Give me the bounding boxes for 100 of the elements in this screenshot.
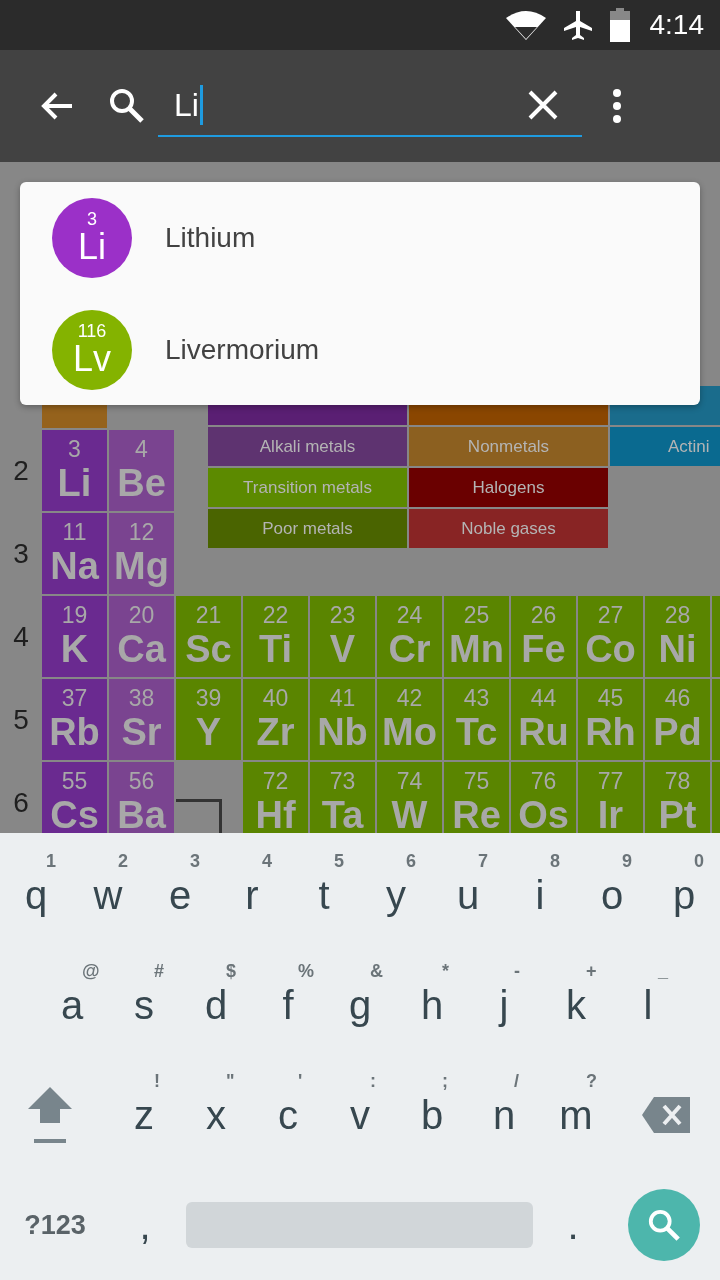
element-symbol: Y xyxy=(195,711,222,753)
element-symbol: V xyxy=(329,628,356,670)
keyboard-key[interactable]: c ' xyxy=(252,1065,324,1165)
keyboard-key[interactable]: m ? xyxy=(540,1065,612,1165)
element-symbol: Rb xyxy=(49,711,100,753)
element-symbol: Tc xyxy=(455,711,498,753)
element-symbol: Zr xyxy=(256,711,295,753)
keyboard-key[interactable]: h * xyxy=(396,955,468,1055)
keyboard-key[interactable]: x " xyxy=(180,1065,252,1165)
element-cell[interactable]: 4 Be xyxy=(109,430,174,511)
element-cell[interactable]: 3 Li xyxy=(42,430,107,511)
element-symbol: Pd xyxy=(653,711,702,753)
element-symbol: Sc xyxy=(185,628,232,670)
more-options-icon[interactable] xyxy=(612,89,622,123)
element-cell[interactable]: 12 Mg xyxy=(109,513,174,594)
keyboard-key[interactable]: n / xyxy=(468,1065,540,1165)
key-hint: ' xyxy=(298,1071,303,1092)
keyboard-key[interactable]: b ; xyxy=(396,1065,468,1165)
element-symbol: Be xyxy=(117,462,166,504)
element-symbol: Ru xyxy=(518,711,569,753)
legend-item[interactable]: Transition metals xyxy=(208,468,407,507)
back-arrow-icon[interactable] xyxy=(40,91,74,121)
atomic-number: 39 xyxy=(195,685,222,711)
element-symbol: W xyxy=(391,794,428,833)
atomic-number: 23 xyxy=(329,602,356,628)
element-symbol: Pt xyxy=(658,794,697,833)
search-field[interactable]: Li xyxy=(158,75,582,137)
atomic-number: 76 xyxy=(530,768,557,794)
keyboard-key[interactable]: g & xyxy=(324,955,396,1055)
key-hint: + xyxy=(586,961,597,982)
element-symbol: Rh xyxy=(585,711,636,753)
element-cell[interactable]: 11 Na xyxy=(42,513,107,594)
element-cell[interactable]: 37 Rb xyxy=(42,679,107,760)
keyboard-key[interactable]: k + xyxy=(540,955,612,1055)
key-hint: # xyxy=(154,961,164,982)
element-cell[interactable]: 19 K xyxy=(42,596,107,677)
symbols-key[interactable]: ?123 xyxy=(0,1175,110,1275)
element-symbol: Mo xyxy=(382,711,437,753)
atomic-number: 55 xyxy=(61,768,88,794)
element-symbol: K xyxy=(60,628,89,670)
element-cell[interactable]: 56 Ba xyxy=(109,762,174,833)
keyboard-key[interactable]: f % xyxy=(252,955,324,1055)
keyboard-key[interactable]: r 4 xyxy=(216,845,288,945)
atomic-number: 37 xyxy=(61,685,88,711)
keyboard-key[interactable]: o 9 xyxy=(576,845,648,945)
keyboard-key[interactable]: z ! xyxy=(108,1065,180,1165)
suggestion-item[interactable]: 3 Li Lithium xyxy=(20,182,700,294)
key-hint: - xyxy=(514,961,520,982)
element-symbol: Nb xyxy=(317,711,368,753)
key-hint: 0 xyxy=(694,851,704,872)
atomic-number: 74 xyxy=(396,768,423,794)
element-symbol: Ni xyxy=(658,628,697,670)
element-symbol: Cr xyxy=(388,628,431,670)
atomic-number: 26 xyxy=(530,602,557,628)
legend-item[interactable]: Poor metals xyxy=(208,509,407,548)
keyboard-key[interactable]: d $ xyxy=(180,955,252,1055)
keyboard-key[interactable]: e 3 xyxy=(144,845,216,945)
element-cell[interactable]: 55 Cs xyxy=(42,762,107,833)
atomic-number: 72 xyxy=(262,768,289,794)
keyboard-key[interactable]: u 7 xyxy=(432,845,504,945)
keyboard-key[interactable]: p 0 xyxy=(648,845,720,945)
key-hint: / xyxy=(514,1071,519,1092)
keyboard-key[interactable]: y 6 xyxy=(360,845,432,945)
element-symbol: Os xyxy=(518,794,569,833)
keyboard-key[interactable]: j - xyxy=(468,955,540,1055)
key-hint: % xyxy=(298,961,314,982)
element-symbol: Hf xyxy=(255,794,296,833)
legend-item[interactable]: Alkali metals xyxy=(208,427,407,466)
element-symbol: Lv xyxy=(73,340,111,378)
period-label: 3 xyxy=(13,537,29,570)
comma-key[interactable]: , xyxy=(110,1175,180,1275)
atomic-number: 3 xyxy=(87,210,97,228)
atomic-number: 116 xyxy=(77,322,107,340)
clock: 4:14 xyxy=(649,9,704,41)
bracket-line xyxy=(176,799,222,833)
wifi-icon xyxy=(505,10,546,40)
atomic-number: 46 xyxy=(664,685,691,711)
suggestion-item[interactable]: 116 Lv Livermorium xyxy=(20,294,700,406)
keyboard-key[interactable]: v : xyxy=(324,1065,396,1165)
keyboard-key[interactable]: t 5 xyxy=(288,845,360,945)
keyboard-key[interactable]: i 8 xyxy=(504,845,576,945)
period-key[interactable]: . xyxy=(533,1175,613,1275)
close-icon[interactable] xyxy=(528,90,558,120)
keyboard-key[interactable]: a @ xyxy=(36,955,108,1055)
keyboard-key[interactable]: s # xyxy=(108,955,180,1055)
period-label: 6 xyxy=(13,786,29,819)
keyboard-key[interactable]: l _ xyxy=(612,955,684,1055)
atomic-number: 3 xyxy=(68,436,81,462)
legend-item[interactable]: Actini xyxy=(610,427,720,466)
legend-item[interactable]: Noble gases xyxy=(409,509,608,548)
element-cell[interactable]: 20 Ca xyxy=(109,596,174,677)
period-label: 5 xyxy=(13,703,29,736)
key-hint: * xyxy=(442,961,449,982)
atomic-number: 28 xyxy=(664,602,691,628)
key-hint: 5 xyxy=(334,851,344,872)
legend-item[interactable]: Nonmetals xyxy=(409,427,608,466)
element-cell[interactable]: 38 Sr xyxy=(109,679,174,760)
keyboard-key[interactable]: w 2 xyxy=(72,845,144,945)
legend-item[interactable]: Halogens xyxy=(409,468,608,507)
keyboard-key[interactable]: q 1 xyxy=(0,845,72,945)
